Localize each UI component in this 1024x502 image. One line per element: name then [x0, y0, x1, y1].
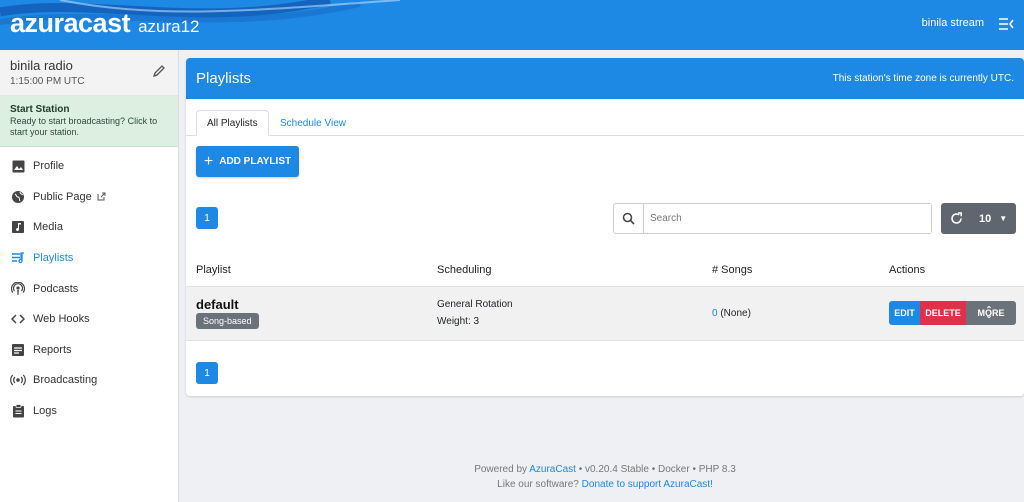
podcast-icon [10, 281, 26, 297]
playlists-card: Playlists This station's time zone is cu… [186, 58, 1024, 396]
page-title: Playlists [196, 70, 252, 87]
pagination-page-bottom[interactable]: 1 [196, 362, 218, 384]
song-count-note: (None) [720, 308, 751, 319]
footer-powered-line: Powered by AzuraCast • v0.20.4 Stable • … [186, 462, 1024, 477]
column-header-scheduling[interactable]: Scheduling [437, 264, 491, 276]
start-station-title: Start Station [10, 104, 70, 115]
search-input[interactable] [644, 204, 931, 233]
column-header-songs[interactable]: # Songs [712, 264, 752, 276]
footer: Powered by AzuraCast • v0.20.4 Stable • … [186, 462, 1024, 492]
sidebar-item-label: Reports [33, 343, 72, 356]
search-box [613, 203, 932, 234]
sidebar-item-label: Podcasts [33, 282, 79, 295]
table-row: default Song-based General Rotation Weig… [186, 286, 1024, 341]
station-name: binila radio [10, 58, 73, 73]
chevron-down-icon[interactable]: ▼ [999, 214, 1007, 223]
timezone-note: This station's time zone is currently UT… [832, 73, 1014, 84]
music-library-icon [10, 219, 26, 235]
row-actions: EDIT DELETE ⌃ ⌄ MORE [889, 301, 1016, 325]
column-header-actions: Actions [889, 264, 926, 276]
playlist-icon [10, 250, 26, 266]
footer-like-text: Like our software? [497, 479, 579, 490]
sidebar-item-media[interactable]: Media [0, 212, 178, 243]
start-station-description: Ready to start broadcasting? Click to st… [10, 116, 158, 137]
footer-powered-prefix: Powered by [474, 464, 528, 475]
footer-donate-line: Like our software? Donate to support Azu… [186, 477, 1024, 492]
playlist-type-badge: Song-based [196, 313, 259, 329]
top-navbar: azuracast azura12 binila stream [0, 0, 1024, 50]
column-header-playlist[interactable]: Playlist [196, 264, 231, 276]
report-icon [10, 342, 26, 358]
sidebar-item-label: Logs [33, 405, 57, 418]
globe-icon [10, 189, 26, 205]
add-playlist-label: ADD PLAYLIST [219, 156, 292, 167]
playlist-name: default [196, 297, 239, 312]
menu-toggle-icon[interactable] [998, 16, 1014, 32]
brand[interactable]: azuracast azura12 [10, 8, 200, 39]
sidebar-item-reports[interactable]: Reports [0, 335, 178, 366]
sidebar-item-label: Public Page [33, 190, 92, 203]
footer-version: • v0.20.4 Stable • Docker • PHP 8.3 [578, 464, 736, 475]
sidebar-item-label: Profile [33, 160, 65, 173]
sidebar-nav: Profile Public Page Media Playlists Podc… [0, 147, 178, 426]
station-short-name: azura12 [138, 17, 200, 36]
sidebar-item-podcasts[interactable]: Podcasts [0, 273, 178, 304]
sidebar-item-label: Playlists [33, 252, 74, 265]
image-icon [10, 158, 26, 174]
clipboard-icon [10, 403, 26, 419]
delete-button[interactable]: DELETE [920, 301, 966, 325]
donate-link[interactable]: Donate to support AzuraCast! [582, 479, 713, 490]
table-header: Playlist Scheduling # Songs Actions [186, 258, 1024, 286]
scheduling-type: General Rotation [437, 299, 513, 310]
station-time: 1:15:00 PM UTC [10, 76, 85, 87]
more-button-label: MORE [977, 308, 1005, 318]
add-playlist-button[interactable]: + ADD PLAYLIST [196, 146, 299, 177]
sidebar-item-label: Web Hooks [33, 313, 90, 326]
pagination-page-top[interactable]: 1 [196, 207, 218, 229]
sidebar-item-label: Media [33, 221, 63, 234]
external-link-icon [97, 192, 106, 201]
edit-button[interactable]: EDIT [889, 301, 920, 325]
sidebar-item-label: Broadcasting [33, 374, 98, 387]
scheduling-weight: Weight: 3 [437, 316, 480, 327]
sidebar-item-logs[interactable]: Logs [0, 396, 178, 427]
sidebar-item-profile[interactable]: Profile [0, 151, 178, 182]
refresh-icon[interactable] [941, 212, 971, 225]
start-station-notice[interactable]: Start Station Ready to start broadcastin… [0, 96, 178, 147]
tab-schedule-view[interactable]: Schedule View [270, 110, 356, 136]
code-icon [10, 311, 26, 327]
pencil-icon[interactable] [152, 64, 166, 78]
tab-all-playlists[interactable]: All Playlists [196, 110, 269, 136]
more-button[interactable]: ⌃ ⌄ MORE [966, 301, 1016, 325]
plus-icon: + [203, 152, 214, 170]
sidebar: binila radio 1:15:00 PM UTC Start Statio… [0, 50, 179, 502]
user-menu[interactable]: binila stream [922, 17, 984, 29]
broadcast-icon [10, 372, 26, 388]
azuracast-link[interactable]: AzuraCast [529, 464, 576, 475]
tab-bar: All Playlists Schedule View [186, 99, 1024, 136]
station-header: binila radio 1:15:00 PM UTC [0, 50, 178, 96]
card-header: Playlists This station's time zone is cu… [186, 58, 1024, 99]
song-count-link[interactable]: 0 [712, 308, 718, 319]
sidebar-item-broadcasting[interactable]: Broadcasting [0, 365, 178, 396]
search-icon [614, 204, 644, 233]
song-count: 0 (None) [712, 308, 751, 319]
sidebar-item-web-hooks[interactable]: Web Hooks [0, 304, 178, 335]
sidebar-item-playlists[interactable]: Playlists [0, 243, 178, 274]
azuracast-logo[interactable]: azuracast [10, 8, 131, 39]
sidebar-item-public-page[interactable]: Public Page [0, 182, 178, 213]
per-page-select[interactable]: 10 [979, 213, 991, 225]
table-controls: 10 ▼ [941, 203, 1016, 234]
